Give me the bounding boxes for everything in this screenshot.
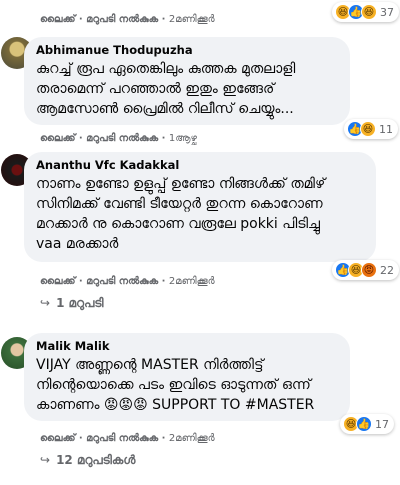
separator: · bbox=[161, 133, 169, 144]
angry-icon: 😡 bbox=[361, 262, 377, 278]
comment-line: ആമസോൺ പ്രൈമിൽ റിലീസ് ചെയ്യും... bbox=[36, 101, 294, 117]
comment-line: തരാമെന്ന് പറഞ്ഞാൽ ഇതും ഇങ്ങേര് bbox=[36, 81, 275, 97]
reply-arrow-icon: ↪ bbox=[40, 296, 51, 310]
timestamp[interactable]: 2മണിക്കൂർ bbox=[169, 14, 215, 25]
comment-line: നിന്റെയൊക്കെ പടം ഇവിടെ ഓടുന്നത് ഒന്ന് bbox=[36, 377, 311, 393]
reaction-count: 11 bbox=[379, 122, 393, 136]
view-replies-link[interactable]: ↪ 1 മറുപടി bbox=[40, 296, 104, 311]
reply-link[interactable]: മറുപടി നൽകുക bbox=[86, 433, 158, 444]
comment-line: കാണണം 😡😡😡 SUPPORT TO #MASTER bbox=[36, 397, 315, 413]
comment-actions: ലൈക്ക് · മറുപടി നൽകുക · 2മണിക്കൂർ bbox=[40, 14, 215, 25]
reply-link[interactable]: മറുപടി നൽകുക bbox=[86, 276, 158, 287]
timestamp[interactable]: 2മണിക്കൂർ bbox=[169, 276, 215, 287]
haha-icon: 😆 bbox=[361, 4, 377, 20]
reaction-count: 22 bbox=[380, 263, 394, 277]
like-link[interactable]: ലൈക്ക് bbox=[40, 133, 75, 144]
view-replies-link[interactable]: ↪ 12 മറുപടികൾ bbox=[40, 453, 135, 468]
author-name[interactable]: Malik Malik bbox=[36, 339, 109, 353]
comment-actions: ലൈക്ക് · മറുപടി നൽകുക · 2മണിക്കൂർ bbox=[40, 276, 215, 287]
reaction-summary[interactable]: 👍 😆 😡 22 bbox=[332, 260, 399, 280]
author-name[interactable]: Ananthu Vfc Kadakkal bbox=[36, 158, 179, 172]
comment-line: സിനിമക്ക് വേണ്ടി ടീയേറ്റർ തുറന്ന കൊറോണ bbox=[36, 196, 323, 212]
haha-icon: 😆 bbox=[360, 121, 376, 137]
reply-link[interactable]: മറുപടി നൽകുക bbox=[86, 133, 158, 144]
comment-actions: ലൈക്ക് · മറുപടി നൽകുക · 2മണിക്കൂർ bbox=[40, 433, 215, 444]
replies-count: 1 മറുപടി bbox=[56, 296, 104, 310]
separator: · bbox=[161, 433, 169, 444]
reaction-count: 17 bbox=[375, 417, 389, 431]
like-link[interactable]: ലൈക്ക് bbox=[40, 14, 75, 25]
like-link[interactable]: ലൈക്ക് bbox=[40, 433, 75, 444]
separator: · bbox=[161, 14, 169, 25]
comment-line: മറക്കാർ നു കൊറോണ വരൂലേ pokki പിടിച്ചു bbox=[36, 216, 320, 232]
like-icon: 👍 bbox=[356, 416, 372, 432]
like-link[interactable]: ലൈക്ക് bbox=[40, 276, 75, 287]
separator: · bbox=[161, 276, 169, 287]
comment-line: കുറച്ച് രൂപ ഏതെങ്കിലും കുത്തക മുതലാളി bbox=[36, 61, 296, 77]
author-name[interactable]: Abhimanue Thodupuzha bbox=[36, 43, 193, 57]
comment-line: vaa മരക്കാർ bbox=[36, 236, 119, 252]
reply-arrow-icon: ↪ bbox=[40, 453, 51, 467]
replies-count: 12 മറുപടികൾ bbox=[56, 453, 136, 467]
comment-line: VIJAY അണ്ണന്റെ MASTER നിർത്തിട്ട് bbox=[36, 357, 264, 373]
timestamp[interactable]: 2മണിക്കൂർ bbox=[169, 433, 215, 444]
comment-bubble: Abhimanue Thodupuzha കുറച്ച് രൂപ ഏതെങ്കി… bbox=[24, 37, 350, 125]
reply-link[interactable]: മറുപടി നൽകുക bbox=[86, 14, 158, 25]
comment-line: നാണം ഉണ്ടോ ഉളുപ്പ് ഉണ്ടോ നിങ്ങൾക്ക് തമിഴ… bbox=[36, 176, 326, 192]
timestamp[interactable]: 1ആഴ്ച bbox=[169, 133, 197, 144]
comment-bubble: Ananthu Vfc Kadakkal നാണം ഉണ്ടോ ഉളുപ്പ് … bbox=[24, 152, 376, 262]
comment-actions: ലൈക്ക് · മറുപടി നൽകുക · 1ആഴ്ച bbox=[40, 133, 197, 144]
reaction-summary[interactable]: 😆 👍 17 bbox=[340, 414, 394, 434]
reaction-count: 37 bbox=[380, 5, 394, 19]
comment-bubble: Malik Malik VIJAY അണ്ണന്റെ MASTER നിർത്ത… bbox=[24, 333, 350, 421]
reaction-summary[interactable]: 👍 😆 11 bbox=[344, 119, 398, 139]
reaction-summary[interactable]: 😆 👍 😆 37 bbox=[332, 2, 399, 22]
